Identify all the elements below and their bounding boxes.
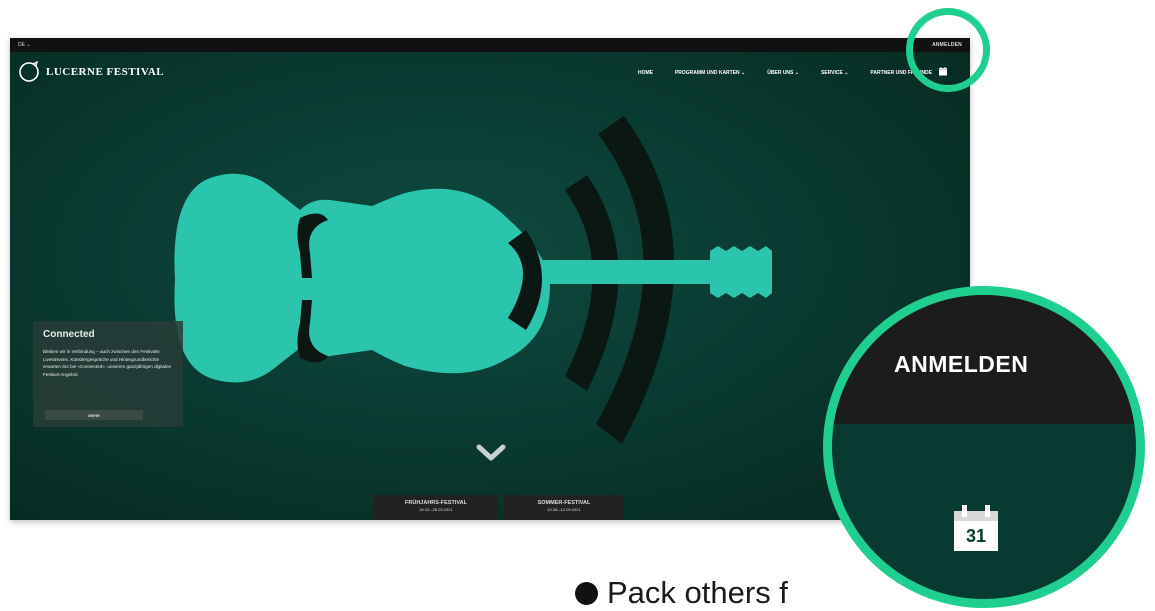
caption-text: Pack others f — [607, 575, 788, 610]
highlight-ring — [906, 8, 990, 92]
fruehjahrs-festival-button[interactable]: FRÜHJAHRS-FESTIVAL 26.03.–28.03.2021 — [374, 495, 498, 520]
more-button[interactable]: MEHR — [45, 410, 143, 420]
card-title: Connected — [43, 329, 95, 340]
festival-dates: 26.03.–28.03.2021 — [419, 507, 453, 512]
chevron-down-icon[interactable] — [476, 444, 506, 462]
calendar-day: 31 — [965, 526, 987, 546]
caption: Pack others f — [575, 575, 788, 611]
festival-dates: 10.08.–12.09.2021 — [547, 507, 581, 512]
calendar-icon[interactable]: 31 — [954, 503, 998, 551]
bullet-icon — [575, 581, 598, 605]
card-body: Bleiben wir in Verbindung – auch zwische… — [43, 349, 172, 377]
zoom-login-label[interactable]: ANMELDEN — [894, 351, 1028, 378]
connected-card: Connected Bleiben wir in Verbindung – au… — [33, 321, 183, 427]
festival-title: FRÜHJAHRS-FESTIVAL — [405, 500, 467, 506]
zoom-callout: ANMELDEN 31 — [823, 286, 1145, 608]
festival-title: SOMMER-FESTIVAL — [537, 500, 591, 506]
sommer-festival-button[interactable]: SOMMER-FESTIVAL 10.08.–12.09.2021 — [504, 495, 624, 520]
